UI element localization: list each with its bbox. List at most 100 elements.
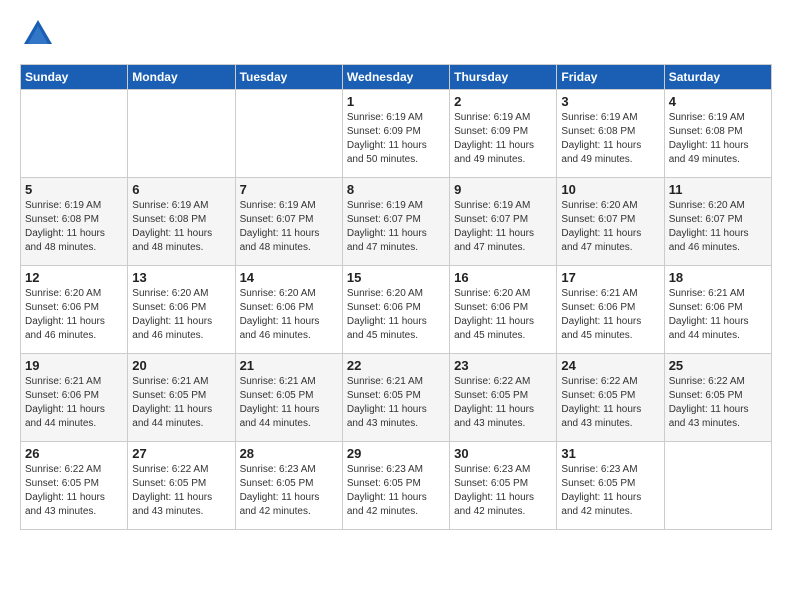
day-info: Sunrise: 6:22 AM Sunset: 6:05 PM Dayligh… xyxy=(132,463,230,519)
day-info: Sunrise: 6:19 AM Sunset: 6:07 PM Dayligh… xyxy=(347,199,445,255)
day-cell-24: 24 Sunrise: 6:22 AM Sunset: 6:05 PM Dayli… xyxy=(557,354,664,442)
day-cell-14: 14 Sunrise: 6:20 AM Sunset: 6:06 PM Dayli… xyxy=(235,266,342,354)
day-number: 8 xyxy=(347,182,445,197)
day-number: 9 xyxy=(454,182,552,197)
day-number: 31 xyxy=(561,446,659,461)
day-info: Sunrise: 6:23 AM Sunset: 6:05 PM Dayligh… xyxy=(454,463,552,519)
weekday-header-thursday: Thursday xyxy=(450,65,557,90)
day-number: 23 xyxy=(454,358,552,373)
day-info: Sunrise: 6:20 AM Sunset: 6:06 PM Dayligh… xyxy=(25,287,123,343)
day-number: 27 xyxy=(132,446,230,461)
day-cell-26: 26 Sunrise: 6:22 AM Sunset: 6:05 PM Dayli… xyxy=(21,442,128,530)
day-number: 11 xyxy=(669,182,767,197)
weekday-header-row: SundayMondayTuesdayWednesdayThursdayFrid… xyxy=(21,65,772,90)
day-number: 19 xyxy=(25,358,123,373)
day-info: Sunrise: 6:19 AM Sunset: 6:08 PM Dayligh… xyxy=(669,111,767,167)
day-info: Sunrise: 6:22 AM Sunset: 6:05 PM Dayligh… xyxy=(25,463,123,519)
day-number: 26 xyxy=(25,446,123,461)
day-cell-6: 6Sunrise: 6:19 AM Sunset: 6:08 PM Daylig… xyxy=(128,178,235,266)
day-cell-10: 10 Sunrise: 6:20 AM Sunset: 6:07 PM Dayli… xyxy=(557,178,664,266)
week-row-2: 5Sunrise: 6:19 AM Sunset: 6:08 PM Daylig… xyxy=(21,178,772,266)
day-cell-22: 22 Sunrise: 6:21 AM Sunset: 6:05 PM Dayli… xyxy=(342,354,449,442)
day-cell-23: 23 Sunrise: 6:22 AM Sunset: 6:05 PM Dayli… xyxy=(450,354,557,442)
day-info: Sunrise: 6:20 AM Sunset: 6:06 PM Dayligh… xyxy=(454,287,552,343)
day-number: 22 xyxy=(347,358,445,373)
day-cell-31: 31 Sunrise: 6:23 AM Sunset: 6:05 PM Dayli… xyxy=(557,442,664,530)
page-header xyxy=(20,16,772,52)
day-number: 21 xyxy=(240,358,338,373)
day-number: 28 xyxy=(240,446,338,461)
day-info: Sunrise: 6:22 AM Sunset: 6:05 PM Dayligh… xyxy=(454,375,552,431)
day-number: 16 xyxy=(454,270,552,285)
day-info: Sunrise: 6:19 AM Sunset: 6:09 PM Dayligh… xyxy=(347,111,445,167)
day-number: 3 xyxy=(561,94,659,109)
day-info: Sunrise: 6:19 AM Sunset: 6:09 PM Dayligh… xyxy=(454,111,552,167)
week-row-3: 12 Sunrise: 6:20 AM Sunset: 6:06 PM Dayli… xyxy=(21,266,772,354)
day-info: Sunrise: 6:20 AM Sunset: 6:06 PM Dayligh… xyxy=(240,287,338,343)
day-info: Sunrise: 6:19 AM Sunset: 6:08 PM Dayligh… xyxy=(561,111,659,167)
day-number: 6 xyxy=(132,182,230,197)
day-cell-4: 4Sunrise: 6:19 AM Sunset: 6:08 PM Daylig… xyxy=(664,90,771,178)
day-info: Sunrise: 6:19 AM Sunset: 6:07 PM Dayligh… xyxy=(454,199,552,255)
empty-cell xyxy=(128,90,235,178)
day-cell-30: 30 Sunrise: 6:23 AM Sunset: 6:05 PM Dayli… xyxy=(450,442,557,530)
weekday-header-sunday: Sunday xyxy=(21,65,128,90)
day-cell-29: 29 Sunrise: 6:23 AM Sunset: 6:05 PM Dayli… xyxy=(342,442,449,530)
day-info: Sunrise: 6:23 AM Sunset: 6:05 PM Dayligh… xyxy=(240,463,338,519)
day-number: 14 xyxy=(240,270,338,285)
day-info: Sunrise: 6:20 AM Sunset: 6:07 PM Dayligh… xyxy=(561,199,659,255)
day-info: Sunrise: 6:22 AM Sunset: 6:05 PM Dayligh… xyxy=(561,375,659,431)
day-cell-27: 27 Sunrise: 6:22 AM Sunset: 6:05 PM Dayli… xyxy=(128,442,235,530)
day-cell-3: 3 Sunrise: 6:19 AM Sunset: 6:08 PM Daylig… xyxy=(557,90,664,178)
day-info: Sunrise: 6:21 AM Sunset: 6:06 PM Dayligh… xyxy=(25,375,123,431)
day-cell-19: 19 Sunrise: 6:21 AM Sunset: 6:06 PM Dayli… xyxy=(21,354,128,442)
day-cell-12: 12 Sunrise: 6:20 AM Sunset: 6:06 PM Dayli… xyxy=(21,266,128,354)
day-cell-9: 9 Sunrise: 6:19 AM Sunset: 6:07 PM Daylig… xyxy=(450,178,557,266)
day-info: Sunrise: 6:23 AM Sunset: 6:05 PM Dayligh… xyxy=(347,463,445,519)
day-number: 15 xyxy=(347,270,445,285)
day-number: 5 xyxy=(25,182,123,197)
weekday-header-friday: Friday xyxy=(557,65,664,90)
day-cell-11: 11 Sunrise: 6:20 AM Sunset: 6:07 PM Dayli… xyxy=(664,178,771,266)
day-info: Sunrise: 6:21 AM Sunset: 6:05 PM Dayligh… xyxy=(347,375,445,431)
day-number: 24 xyxy=(561,358,659,373)
day-info: Sunrise: 6:20 AM Sunset: 6:07 PM Dayligh… xyxy=(669,199,767,255)
day-cell-28: 28 Sunrise: 6:23 AM Sunset: 6:05 PM Dayli… xyxy=(235,442,342,530)
day-number: 18 xyxy=(669,270,767,285)
day-cell-17: 17Sunrise: 6:21 AM Sunset: 6:06 PM Dayli… xyxy=(557,266,664,354)
day-number: 10 xyxy=(561,182,659,197)
day-number: 30 xyxy=(454,446,552,461)
day-info: Sunrise: 6:23 AM Sunset: 6:05 PM Dayligh… xyxy=(561,463,659,519)
weekday-header-saturday: Saturday xyxy=(664,65,771,90)
empty-cell xyxy=(21,90,128,178)
day-number: 29 xyxy=(347,446,445,461)
day-cell-18: 18 Sunrise: 6:21 AM Sunset: 6:06 PM Dayli… xyxy=(664,266,771,354)
weekday-header-tuesday: Tuesday xyxy=(235,65,342,90)
day-number: 20 xyxy=(132,358,230,373)
day-cell-1: 1Sunrise: 6:19 AM Sunset: 6:09 PM Daylig… xyxy=(342,90,449,178)
logo xyxy=(20,16,60,52)
calendar-table: SundayMondayTuesdayWednesdayThursdayFrid… xyxy=(20,64,772,530)
logo-icon xyxy=(20,16,56,52)
day-info: Sunrise: 6:19 AM Sunset: 6:07 PM Dayligh… xyxy=(240,199,338,255)
day-cell-20: 20 Sunrise: 6:21 AM Sunset: 6:05 PM Dayli… xyxy=(128,354,235,442)
day-number: 25 xyxy=(669,358,767,373)
day-cell-2: 2 Sunrise: 6:19 AM Sunset: 6:09 PM Daylig… xyxy=(450,90,557,178)
day-cell-16: 16 Sunrise: 6:20 AM Sunset: 6:06 PM Dayli… xyxy=(450,266,557,354)
empty-cell xyxy=(235,90,342,178)
day-cell-13: 13 Sunrise: 6:20 AM Sunset: 6:06 PM Dayli… xyxy=(128,266,235,354)
weekday-header-monday: Monday xyxy=(128,65,235,90)
day-number: 2 xyxy=(454,94,552,109)
day-info: Sunrise: 6:21 AM Sunset: 6:05 PM Dayligh… xyxy=(240,375,338,431)
week-row-4: 19 Sunrise: 6:21 AM Sunset: 6:06 PM Dayli… xyxy=(21,354,772,442)
day-info: Sunrise: 6:21 AM Sunset: 6:06 PM Dayligh… xyxy=(669,287,767,343)
day-cell-7: 7Sunrise: 6:19 AM Sunset: 6:07 PM Daylig… xyxy=(235,178,342,266)
day-number: 12 xyxy=(25,270,123,285)
day-info: Sunrise: 6:20 AM Sunset: 6:06 PM Dayligh… xyxy=(132,287,230,343)
week-row-5: 26 Sunrise: 6:22 AM Sunset: 6:05 PM Dayli… xyxy=(21,442,772,530)
day-info: Sunrise: 6:22 AM Sunset: 6:05 PM Dayligh… xyxy=(669,375,767,431)
day-number: 13 xyxy=(132,270,230,285)
day-info: Sunrise: 6:21 AM Sunset: 6:05 PM Dayligh… xyxy=(132,375,230,431)
empty-cell xyxy=(664,442,771,530)
day-cell-5: 5Sunrise: 6:19 AM Sunset: 6:08 PM Daylig… xyxy=(21,178,128,266)
